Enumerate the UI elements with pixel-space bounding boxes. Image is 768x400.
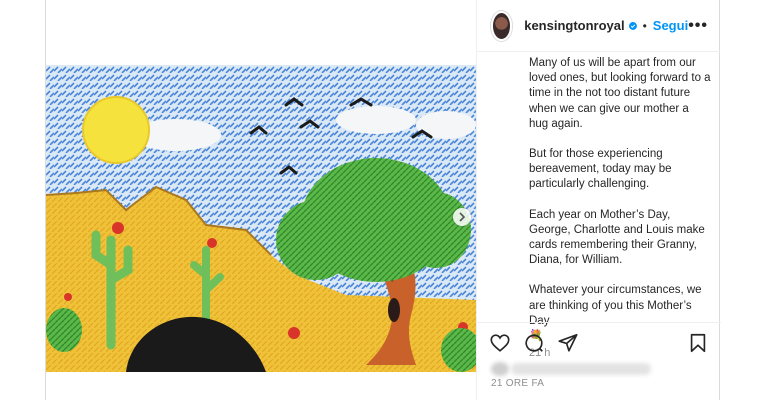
media-area — [46, 0, 476, 400]
heart-icon[interactable] — [489, 332, 511, 354]
verified-badge-icon — [628, 21, 637, 30]
caption-last-text: Whatever your circumstances, we are thin… — [529, 284, 702, 327]
post-sidebar: kensingtonroyal • Segui ••• Many of us w… — [476, 0, 721, 400]
post-image-child-drawing[interactable] — [46, 65, 476, 372]
post-header: kensingtonroyal • Segui ••• — [477, 0, 720, 52]
caption-paragraph: But for those experiencing bereavement, … — [529, 148, 672, 191]
follow-button[interactable]: Segui — [653, 18, 688, 33]
post-timestamp[interactable]: 21 ORE FA — [491, 378, 544, 389]
avatar[interactable] — [491, 10, 513, 41]
likes-summary-blurred — [491, 360, 651, 376]
caption-paragraph: Each year on Mother’s Day, George, Charl… — [529, 208, 705, 267]
comment-icon[interactable] — [523, 332, 545, 354]
chevron-right-icon — [459, 212, 466, 222]
caption: Many of us will be apart from our loved … — [529, 56, 711, 361]
more-options-button[interactable]: ••• — [688, 17, 708, 35]
separator-dot: • — [642, 18, 647, 33]
username[interactable]: kensingtonroyal — [524, 18, 624, 33]
bookmark-icon[interactable] — [687, 332, 709, 354]
instagram-post: kensingtonroyal • Segui ••• Many of us w… — [45, 0, 721, 400]
paper-plane-icon[interactable] — [557, 332, 579, 354]
action-bar — [477, 322, 721, 362]
next-image-button[interactable] — [453, 208, 471, 226]
caption-paragraph: Many of us will be apart from our loved … — [529, 57, 711, 130]
